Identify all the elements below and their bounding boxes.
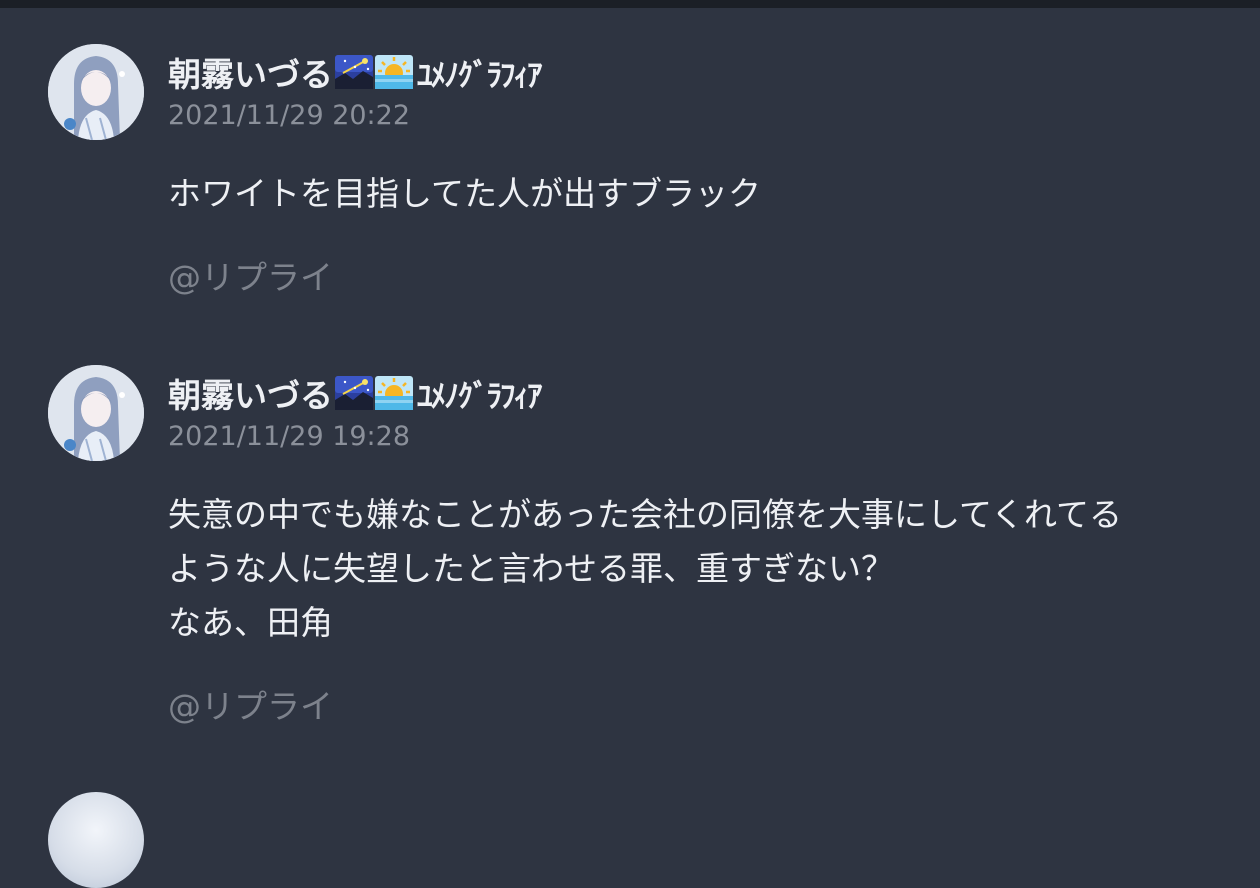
post-content-line: ホワイトを目指してた人が出すブラック bbox=[168, 174, 762, 213]
post-content: ホワイトを目指してた人が出すブラック bbox=[168, 167, 1220, 221]
post-timestamp: 2021/11/29 20:22 bbox=[168, 100, 411, 131]
top-bar bbox=[0, 0, 1260, 8]
author-name-text: 朝霧いづる bbox=[168, 55, 333, 94]
author-name[interactable]: 朝霧いづる ﾕﾒﾉｸﾞﾗﾌｨｱ bbox=[168, 369, 1220, 417]
sunrise-over-sea-icon bbox=[375, 53, 413, 91]
post-timestamp: 2021/11/29 19:28 bbox=[168, 421, 411, 452]
night-sky-shooting-star-icon bbox=[335, 374, 373, 412]
author-name-suffix: ﾕﾒﾉｸﾞﾗﾌｨｱ bbox=[417, 57, 542, 94]
avatar[interactable] bbox=[48, 792, 144, 888]
author-name[interactable]: 朝霧いづる ﾕﾒﾉｸﾞﾗﾌｨｱ bbox=[168, 48, 1220, 96]
reply-link[interactable]: @リプライ bbox=[168, 251, 333, 299]
post-content-line: なあ、田角 bbox=[168, 603, 333, 642]
post-content: 失意の中でも嫌なことがあった会社の同僚を大事にしてくれてる ような人に失望したと… bbox=[168, 488, 1220, 650]
night-sky-shooting-star-icon bbox=[335, 53, 373, 91]
author-name-text: 朝霧いづる bbox=[168, 376, 333, 415]
avatar[interactable] bbox=[48, 44, 144, 140]
author-name-suffix: ﾕﾒﾉｸﾞﾗﾌｨｱ bbox=[417, 378, 542, 415]
post-content-line: 失意の中でも嫌なことがあった会社の同僚を大事にしてくれてる bbox=[168, 495, 1123, 534]
post-content-line: ような人に失望したと言わせる罪、重すぎない？ bbox=[168, 549, 894, 588]
reply-link[interactable]: @リプライ bbox=[168, 680, 333, 728]
avatar[interactable] bbox=[48, 365, 144, 461]
sunrise-over-sea-icon bbox=[375, 374, 413, 412]
